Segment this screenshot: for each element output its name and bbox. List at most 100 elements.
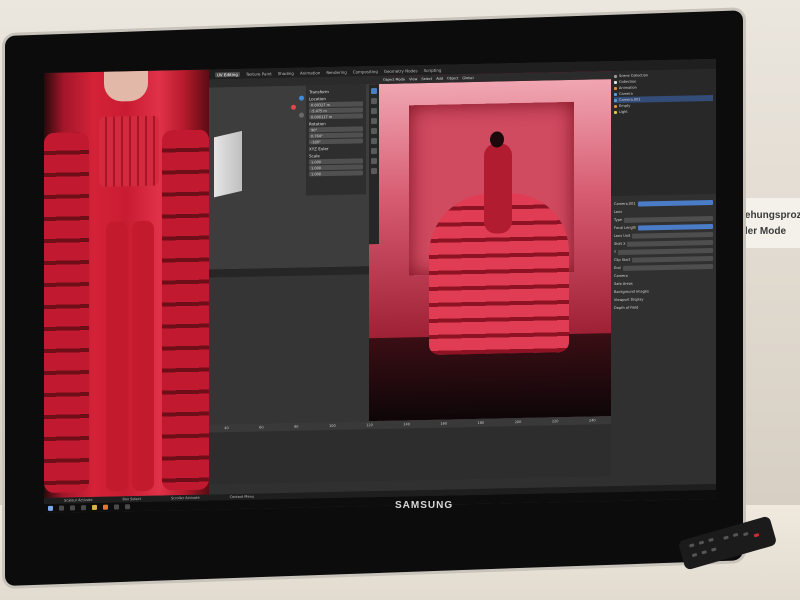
- props-row[interactable]: Type: [614, 215, 713, 223]
- 3d-viewport[interactable]: Object Mode View Select Add Object Globa…: [369, 71, 611, 422]
- tab-scripting[interactable]: Scripting: [424, 67, 442, 72]
- scale-x-value: 1.000: [311, 159, 322, 164]
- rotate-tool-icon[interactable]: [371, 118, 377, 125]
- start-icon[interactable]: [48, 505, 53, 511]
- outliner-item-label: Camera: [619, 91, 633, 96]
- corset: [99, 115, 159, 187]
- uv-preview: [214, 130, 242, 198]
- object-mode-menu[interactable]: Object Mode: [383, 77, 405, 81]
- tab-shading[interactable]: Shading: [278, 70, 294, 75]
- timeline[interactable]: 40 60 80 100 120 140 160 180 200 220 240: [209, 416, 611, 485]
- outliner-item-label: Collection: [619, 79, 637, 84]
- move-tool-icon[interactable]: [371, 108, 377, 115]
- outliner-item-label: Scene Collection: [619, 73, 649, 78]
- props-row[interactable]: Viewport Display: [614, 295, 713, 303]
- location-z-field[interactable]: 0.000117 m: [309, 113, 363, 120]
- leg-left: [106, 221, 128, 492]
- select-menu[interactable]: Select: [421, 77, 432, 81]
- props-row[interactable]: Depth of Field: [614, 303, 713, 311]
- location-y-value: -5.475 m: [311, 108, 327, 113]
- props-row[interactable]: Camera: [614, 271, 713, 279]
- tab-rendering[interactable]: Rendering: [326, 69, 346, 74]
- status-hint: Scroller Activate: [170, 495, 200, 501]
- object-menu[interactable]: Object: [447, 76, 458, 80]
- app-icon[interactable]: [114, 504, 119, 510]
- transform-title: Transform: [309, 89, 329, 95]
- props-label: Viewport Display: [614, 297, 644, 303]
- reference-photo: [44, 69, 209, 499]
- browser-icon[interactable]: [81, 505, 86, 511]
- props-label: Shift X: [614, 241, 626, 247]
- frame-tick: 180: [477, 420, 485, 425]
- props-label: Safe Areas: [614, 281, 633, 287]
- frame-tick: 120: [366, 423, 373, 428]
- add-menu[interactable]: Add: [436, 77, 443, 81]
- wall-sign-line-2: taler Mode: [736, 226, 787, 237]
- leg-right: [132, 220, 154, 492]
- rotation-z-field[interactable]: -180°: [309, 138, 363, 145]
- scale-tool-icon[interactable]: [371, 128, 377, 135]
- props-row[interactable]: Safe Areas: [614, 279, 713, 287]
- status-hint: Scaleur Activate: [64, 497, 93, 503]
- props-row[interactable]: Camera.001: [614, 199, 713, 207]
- props-row[interactable]: Focal Length: [614, 223, 713, 231]
- props-label: Type: [614, 217, 623, 223]
- search-icon[interactable]: [59, 505, 64, 511]
- frame-tick: 80: [294, 424, 299, 429]
- frame-tick: 160: [440, 421, 448, 426]
- props-label: Camera: [614, 273, 628, 279]
- frame-tick: 220: [551, 419, 559, 424]
- view-menu[interactable]: View: [409, 77, 417, 81]
- tab-animation[interactable]: Animation: [300, 70, 320, 75]
- wall-sign: stehungsproz taler Mode: [736, 198, 800, 248]
- add-cube-tool-icon[interactable]: [371, 168, 377, 175]
- taskview-icon[interactable]: [70, 505, 75, 511]
- blender-icon[interactable]: [103, 504, 108, 510]
- frame-tick: 60: [259, 425, 264, 430]
- props-label: Camera.001: [614, 201, 636, 207]
- tab-texture-paint[interactable]: Texture Paint: [246, 71, 272, 77]
- props-row[interactable]: Lens: [614, 207, 713, 215]
- props-label: Depth of Field: [614, 305, 639, 311]
- props-row[interactable]: Clip Start: [614, 255, 713, 263]
- rotation-mode-label: XYZ Euler: [309, 146, 329, 152]
- measure-tool-icon[interactable]: [371, 158, 377, 165]
- annotate-tool-icon[interactable]: [371, 148, 377, 155]
- props-label: Clip Start: [614, 257, 631, 263]
- tab-compositing[interactable]: Compositing: [353, 69, 378, 75]
- props-row[interactable]: Shift X: [614, 239, 713, 247]
- status-hint: Context Menu: [229, 494, 255, 500]
- scale-y-value: 1.000: [311, 165, 322, 170]
- coat-right: [162, 129, 209, 491]
- props-label: Background Images: [614, 289, 649, 295]
- transform-tool-icon[interactable]: [371, 138, 377, 145]
- transform-panel: Transform Location 0.00327 m -5.475 m 0.…: [306, 84, 366, 196]
- scale-z-field[interactable]: 1.000: [309, 170, 363, 177]
- outliner-item[interactable]: Light: [614, 107, 713, 115]
- frame-tick: 100: [328, 423, 336, 429]
- frame-tick: 200: [514, 420, 522, 425]
- frame-tick: 40: [224, 426, 229, 431]
- cursor-tool-icon[interactable]: [371, 98, 377, 105]
- folder-icon[interactable]: [92, 504, 97, 510]
- props-label: End: [614, 265, 621, 271]
- outliner-item-label: Animation: [619, 85, 637, 90]
- frame-tick: 140: [403, 422, 410, 427]
- coat-left: [44, 132, 89, 494]
- properties-editor: Camera.001 Lens Type Focal Length Lens U…: [611, 193, 716, 477]
- props-row[interactable]: End: [614, 263, 713, 271]
- tab-uv-editing[interactable]: UV Editing: [215, 71, 240, 77]
- props-label: Y: [614, 250, 617, 255]
- outliner-item-label: Light: [619, 109, 628, 114]
- tab-geometry-nodes[interactable]: Geometry Nodes: [384, 68, 418, 74]
- app-icon[interactable]: [125, 504, 130, 510]
- rotation-z-value: -180°: [311, 139, 321, 144]
- tv-brand-logo: SAMSUNG: [395, 500, 454, 511]
- props-row[interactable]: Lens Unit: [614, 231, 713, 239]
- outliner-item-label: Camera.001: [619, 97, 641, 102]
- wall-sign-line-1: stehungsproz: [736, 210, 800, 221]
- props-row[interactable]: Background Images: [614, 287, 713, 295]
- select-tool-icon[interactable]: [371, 88, 377, 95]
- transform-orientation-menu[interactable]: Global: [462, 76, 473, 80]
- props-row[interactable]: Y: [614, 247, 713, 255]
